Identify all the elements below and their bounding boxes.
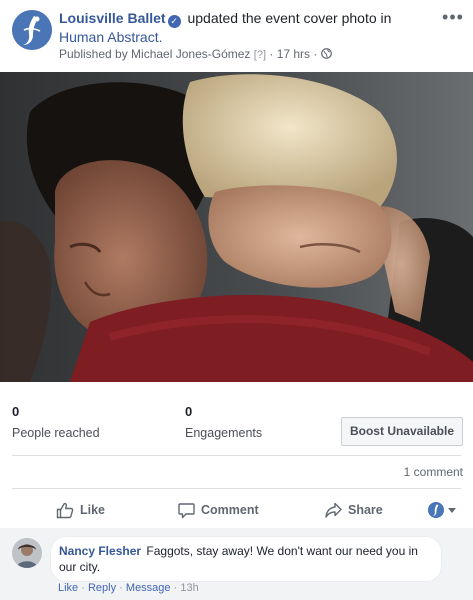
comment-reply-link[interactable]: Reply	[88, 582, 116, 594]
help-marker[interactable]: [?]	[254, 49, 266, 61]
boost-button[interactable]: Boost Unavailable	[341, 417, 463, 446]
caret-down-icon	[448, 507, 456, 513]
cover-photo-image	[0, 72, 473, 382]
post-header: Louisville Ballet ✓ updated the event cov…	[0, 0, 473, 72]
page-name-link[interactable]: Louisville Ballet	[59, 10, 166, 26]
comment-bubble: Nancy Flesher Faggots, stay away! We don…	[50, 536, 442, 582]
people-reached-stat: 0 People reached	[12, 404, 100, 440]
comment-message-link[interactable]: Message	[126, 582, 171, 594]
post-actions: Like Comment Share	[0, 494, 473, 526]
ellipsis-icon[interactable]: •••	[441, 8, 465, 26]
engagements-label: Engagements	[185, 426, 263, 440]
people-reached-value: 0	[12, 404, 20, 419]
comments-section: Nancy Flesher Faggots, stay away! We don…	[0, 528, 473, 600]
comment-bubble-icon	[178, 502, 195, 518]
meta-separator: ·	[269, 47, 274, 61]
ballet-logo-icon	[428, 502, 444, 518]
share-label: Share	[348, 503, 383, 517]
globe-icon[interactable]	[320, 48, 332, 59]
share-arrow-icon	[325, 502, 342, 518]
comment-label: Comment	[201, 503, 259, 517]
comment-count-link[interactable]: 1 comment	[404, 465, 463, 479]
comment-as-selector[interactable]	[428, 500, 460, 520]
verified-badge-icon: ✓	[167, 15, 181, 28]
comment-separator: ·	[119, 582, 123, 594]
commenter-avatar[interactable]	[12, 538, 42, 568]
share-button[interactable]: Share	[325, 494, 383, 526]
comment-separator: ·	[81, 582, 85, 594]
ballet-logo-icon	[12, 10, 52, 50]
comment-button[interactable]: Comment	[178, 494, 259, 526]
engagements-stat: 0 Engagements	[185, 404, 262, 440]
post-headline: Louisville Ballet ✓ updated the event cov…	[59, 9, 419, 47]
cover-photo[interactable]	[0, 72, 473, 382]
event-link[interactable]: Human Abstract.	[59, 29, 163, 45]
post-time[interactable]: 17 hrs	[277, 47, 310, 61]
like-label: Like	[80, 503, 106, 517]
comment-like-link[interactable]: Like	[58, 582, 78, 594]
meta-separator: ·	[313, 47, 318, 61]
page-avatar[interactable]	[12, 10, 52, 50]
action-text: updated the event cover photo in	[187, 10, 392, 26]
divider	[12, 455, 461, 456]
page-mini-avatar	[428, 502, 444, 518]
post-meta: Published by Michael Jones-Gómez [?] · 1…	[59, 47, 332, 61]
engagements-value: 0	[185, 404, 193, 419]
post-insights: 0 People reached 0 Engagements Boost Una…	[0, 404, 473, 452]
divider	[12, 488, 461, 489]
people-reached-label: People reached	[12, 426, 100, 440]
commenter-name-link[interactable]: Nancy Flesher	[59, 544, 141, 558]
published-by[interactable]: Published by Michael Jones-Gómez	[59, 47, 250, 61]
like-button[interactable]: Like	[56, 494, 105, 526]
comment-separator: ·	[173, 582, 178, 594]
thumbs-up-icon	[56, 502, 74, 518]
person-photo-icon	[12, 538, 42, 568]
comment-actions: Like · Reply · Message · 13h	[58, 582, 199, 594]
comment-time[interactable]: 13h	[180, 582, 198, 594]
